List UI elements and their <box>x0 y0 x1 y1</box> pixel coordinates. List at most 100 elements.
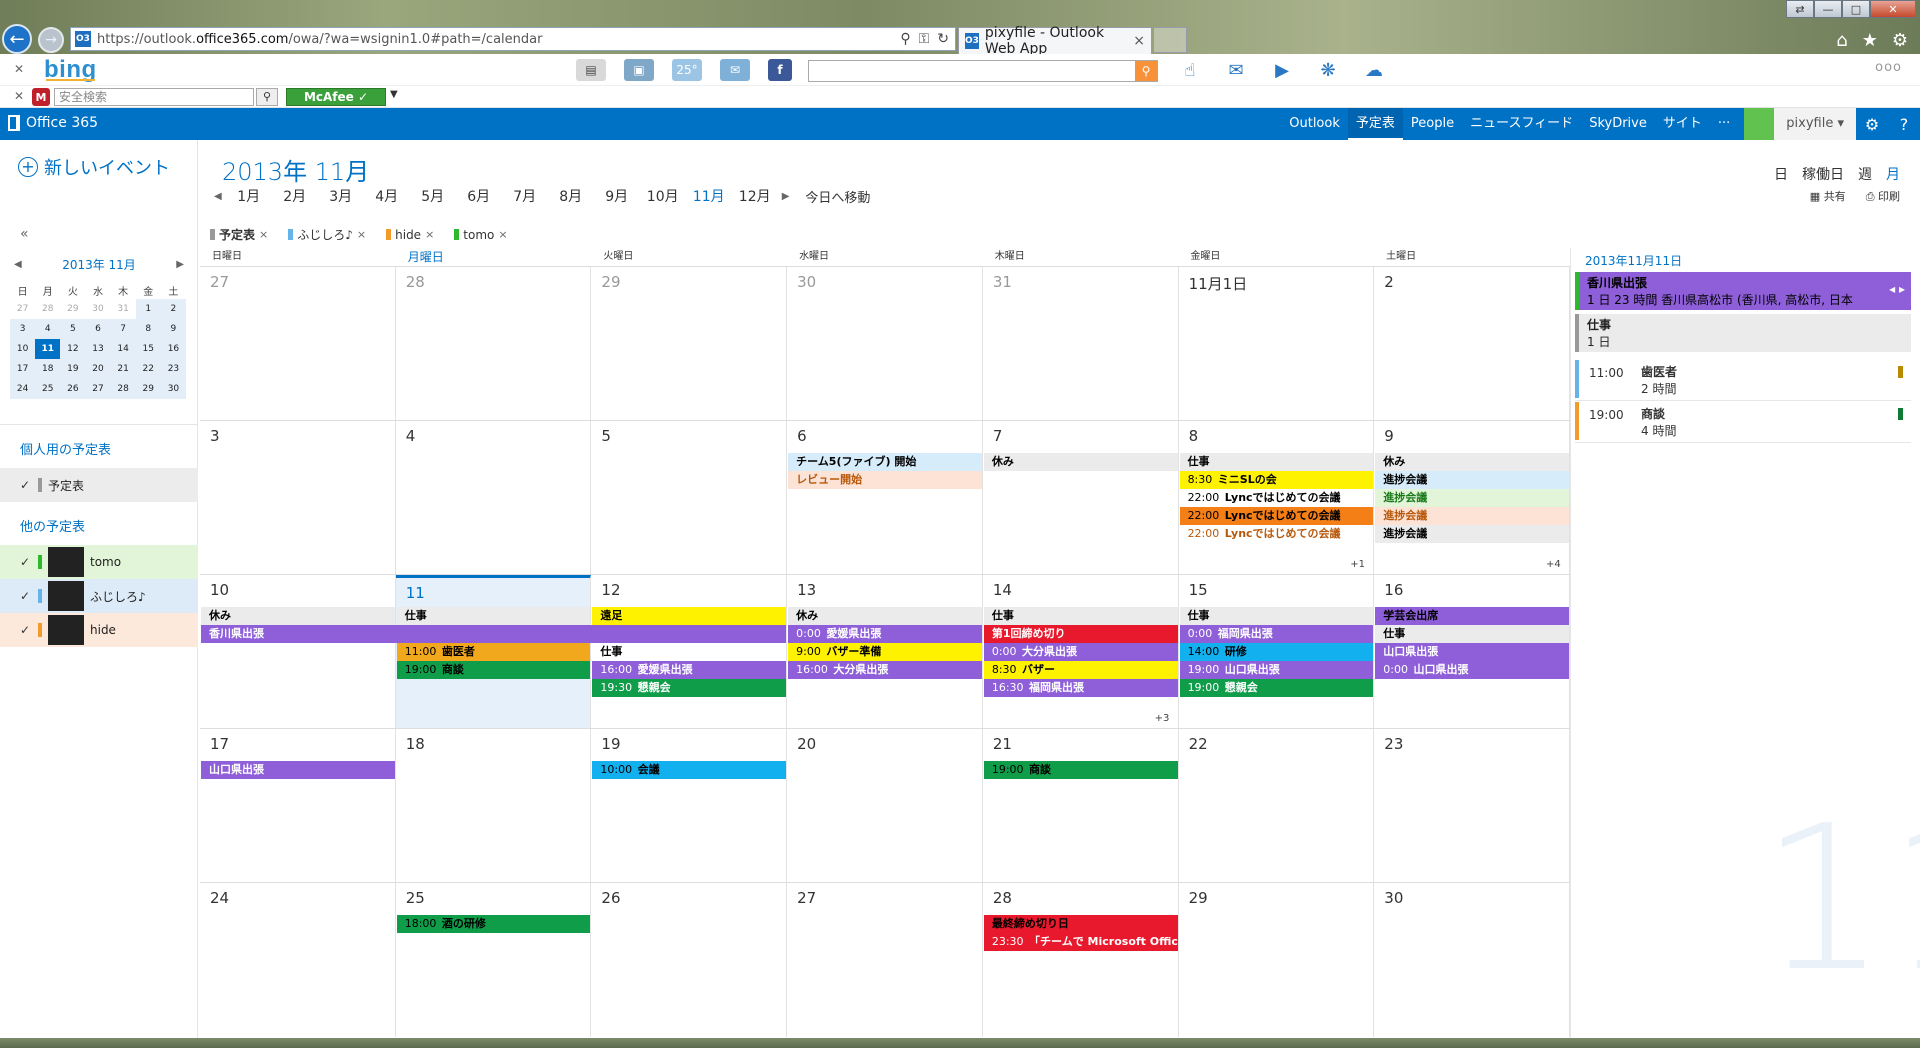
mini-day[interactable]: 29 <box>60 299 85 319</box>
day-cell[interactable]: 27 <box>787 883 983 1037</box>
day-number[interactable]: 28 <box>406 273 425 291</box>
mini-day[interactable]: 12 <box>60 339 86 359</box>
month-link[interactable]: 7月 <box>502 186 548 206</box>
collapse-panel-icon[interactable]: « <box>20 226 29 242</box>
sky-icon[interactable]: ☁ <box>1360 58 1388 82</box>
nav-people[interactable]: People <box>1403 108 1462 140</box>
more-events-link[interactable]: +3 <box>1155 713 1170 724</box>
day-number[interactable]: 9 <box>1384 427 1394 445</box>
agenda-event[interactable]: 11:00 歯医者 2 時間 <box>1575 360 1911 398</box>
calendar-event[interactable]: 仕事 <box>1179 607 1374 625</box>
day-number[interactable]: 13 <box>797 581 816 599</box>
calendar-event[interactable]: 休み <box>1375 453 1569 471</box>
calendar-event[interactable]: 第1回締め切り <box>983 625 1178 643</box>
calendar-event[interactable]: 18:00 酒の研修 <box>396 915 591 933</box>
user-menu[interactable]: pixyfile ▾ <box>1774 108 1856 140</box>
weather-icon[interactable]: 25° <box>672 59 702 81</box>
share-button[interactable]: ▦ 共有 <box>1810 188 1846 204</box>
calendar-event[interactable]: 9:00 バザー準備 <box>788 643 982 661</box>
day-cell[interactable]: 10 <box>200 575 396 729</box>
help-icon[interactable]: ? <box>1888 115 1920 134</box>
close-tab-icon[interactable]: × <box>1133 33 1145 49</box>
mini-day[interactable]: 3 <box>10 319 36 339</box>
calendar-event[interactable]: 16:30 福岡県出張 <box>983 679 1178 697</box>
new-tab-button[interactable] <box>1153 27 1187 53</box>
mini-day[interactable]: 20 <box>85 359 111 379</box>
day-cell[interactable]: 30 <box>787 267 983 421</box>
safe-search-input[interactable]: 安全検索 <box>54 88 254 106</box>
mini-day[interactable]: 17 <box>10 359 36 379</box>
day-number[interactable]: 6 <box>797 427 807 445</box>
day-number[interactable]: 29 <box>601 273 620 291</box>
calendar-event[interactable]: 19:00 商談 <box>396 661 591 679</box>
user-avatar[interactable] <box>1744 108 1775 140</box>
calendar-event[interactable]: レビュー開始 <box>788 471 982 489</box>
day-number[interactable]: 25 <box>406 889 425 907</box>
mini-day[interactable]: 9 <box>160 319 186 339</box>
nav-skydrive[interactable]: SkyDrive <box>1581 108 1655 140</box>
month-link[interactable]: 2月 <box>272 186 318 206</box>
calendar-event[interactable]: 山口県出張 <box>201 761 395 779</box>
search-icon[interactable]: ⚲ <box>900 31 910 47</box>
prev-month-icon[interactable]: ◀ <box>14 259 22 270</box>
more-toolbar-icon[interactable]: ooo <box>1875 60 1902 75</box>
mini-day[interactable]: 22 <box>135 359 161 379</box>
today-link[interactable]: 今日へ移動 <box>805 187 870 206</box>
settings-gear-icon[interactable]: ⚙ <box>1856 115 1888 134</box>
mini-day[interactable]: 7 <box>110 319 136 339</box>
calendar-event[interactable]: 休み <box>201 607 395 625</box>
mini-day[interactable]: 23 <box>160 359 186 379</box>
day-cell[interactable]: 28 <box>983 883 1179 1037</box>
mini-day[interactable]: 25 <box>35 379 61 399</box>
month-link[interactable]: 11月 <box>686 186 732 206</box>
maps-icon[interactable]: ▣ <box>624 59 654 81</box>
mini-day[interactable]: 28 <box>35 299 60 319</box>
day-cell[interactable]: 21 <box>983 729 1179 883</box>
calendar-filter-chip[interactable]: ふじしろ♪ × <box>288 226 366 243</box>
calendar-event[interactable]: 0:00 福岡県出張 <box>1179 625 1374 643</box>
calendar-event[interactable]: 休み <box>983 453 1178 471</box>
day-number[interactable]: 3 <box>210 427 220 445</box>
day-cell[interactable]: 6 <box>787 421 983 575</box>
prev-year-icon[interactable]: ◀ <box>210 191 226 202</box>
month-link[interactable]: 8月 <box>548 186 594 206</box>
bing-search-input[interactable]: ⚲ <box>808 60 1158 82</box>
mini-day[interactable]: 14 <box>110 339 136 359</box>
calendar-event[interactable]: 22:00 Lyncではじめての会議 <box>1179 525 1374 543</box>
mini-day[interactable]: 8 <box>135 319 161 339</box>
like-icon[interactable]: ☝ <box>1176 58 1204 82</box>
calendar-event[interactable]: 休み <box>788 607 982 625</box>
day-cell[interactable]: 24 <box>200 883 396 1037</box>
activity-icon[interactable]: ❋ <box>1314 58 1342 82</box>
day-cell[interactable]: 20 <box>787 729 983 883</box>
mini-day[interactable]: 31 <box>111 299 136 319</box>
forward-button[interactable]: → <box>38 27 64 53</box>
day-number[interactable]: 20 <box>797 735 816 753</box>
calendar-item-tomo[interactable]: ✓ tomo <box>0 545 198 579</box>
calendar-event[interactable]: 11:00 歯医者 <box>396 643 591 661</box>
mini-day[interactable]: 16 <box>160 339 186 359</box>
day-cell[interactable]: 5 <box>591 421 788 575</box>
remove-filter-icon[interactable]: × <box>259 228 268 241</box>
calendar-event[interactable]: 仕事 <box>1179 453 1374 471</box>
day-number[interactable]: 30 <box>1384 889 1403 907</box>
mini-day[interactable]: 6 <box>85 319 111 339</box>
calendar-event[interactable]: 8:30 ミニSLの会 <box>1179 471 1374 489</box>
calendar-event[interactable]: 山口県出張 <box>1375 643 1569 661</box>
calendar-event[interactable]: 19:00 懇親会 <box>1179 679 1374 697</box>
calendar-item-default[interactable]: ✓ 予定表 <box>0 468 198 502</box>
nav-calendar[interactable]: 予定表 <box>1347 108 1403 140</box>
nav-newsfeed[interactable]: ニュースフィード <box>1462 108 1581 140</box>
mini-day[interactable]: 18 <box>35 359 61 379</box>
day-number[interactable]: 5 <box>601 427 611 445</box>
safe-search-button[interactable]: ⚲ <box>256 88 278 106</box>
calendar-event[interactable]: 14:00 研修 <box>1179 643 1374 661</box>
maximize-icon[interactable]: □ <box>1842 0 1870 18</box>
day-number[interactable]: 7 <box>993 427 1003 445</box>
calendar-event[interactable]: 最終締め切り日 <box>983 915 1178 933</box>
mini-day[interactable]: 13 <box>85 339 111 359</box>
agenda-nav-arrows-icon[interactable]: ◂ ▸ <box>1889 282 1905 296</box>
calendar-event[interactable]: 0:00 山口県出張 <box>1375 661 1569 679</box>
day-number[interactable]: 28 <box>993 889 1012 907</box>
calendar-event[interactable]: 19:00 山口県出張 <box>1179 661 1374 679</box>
